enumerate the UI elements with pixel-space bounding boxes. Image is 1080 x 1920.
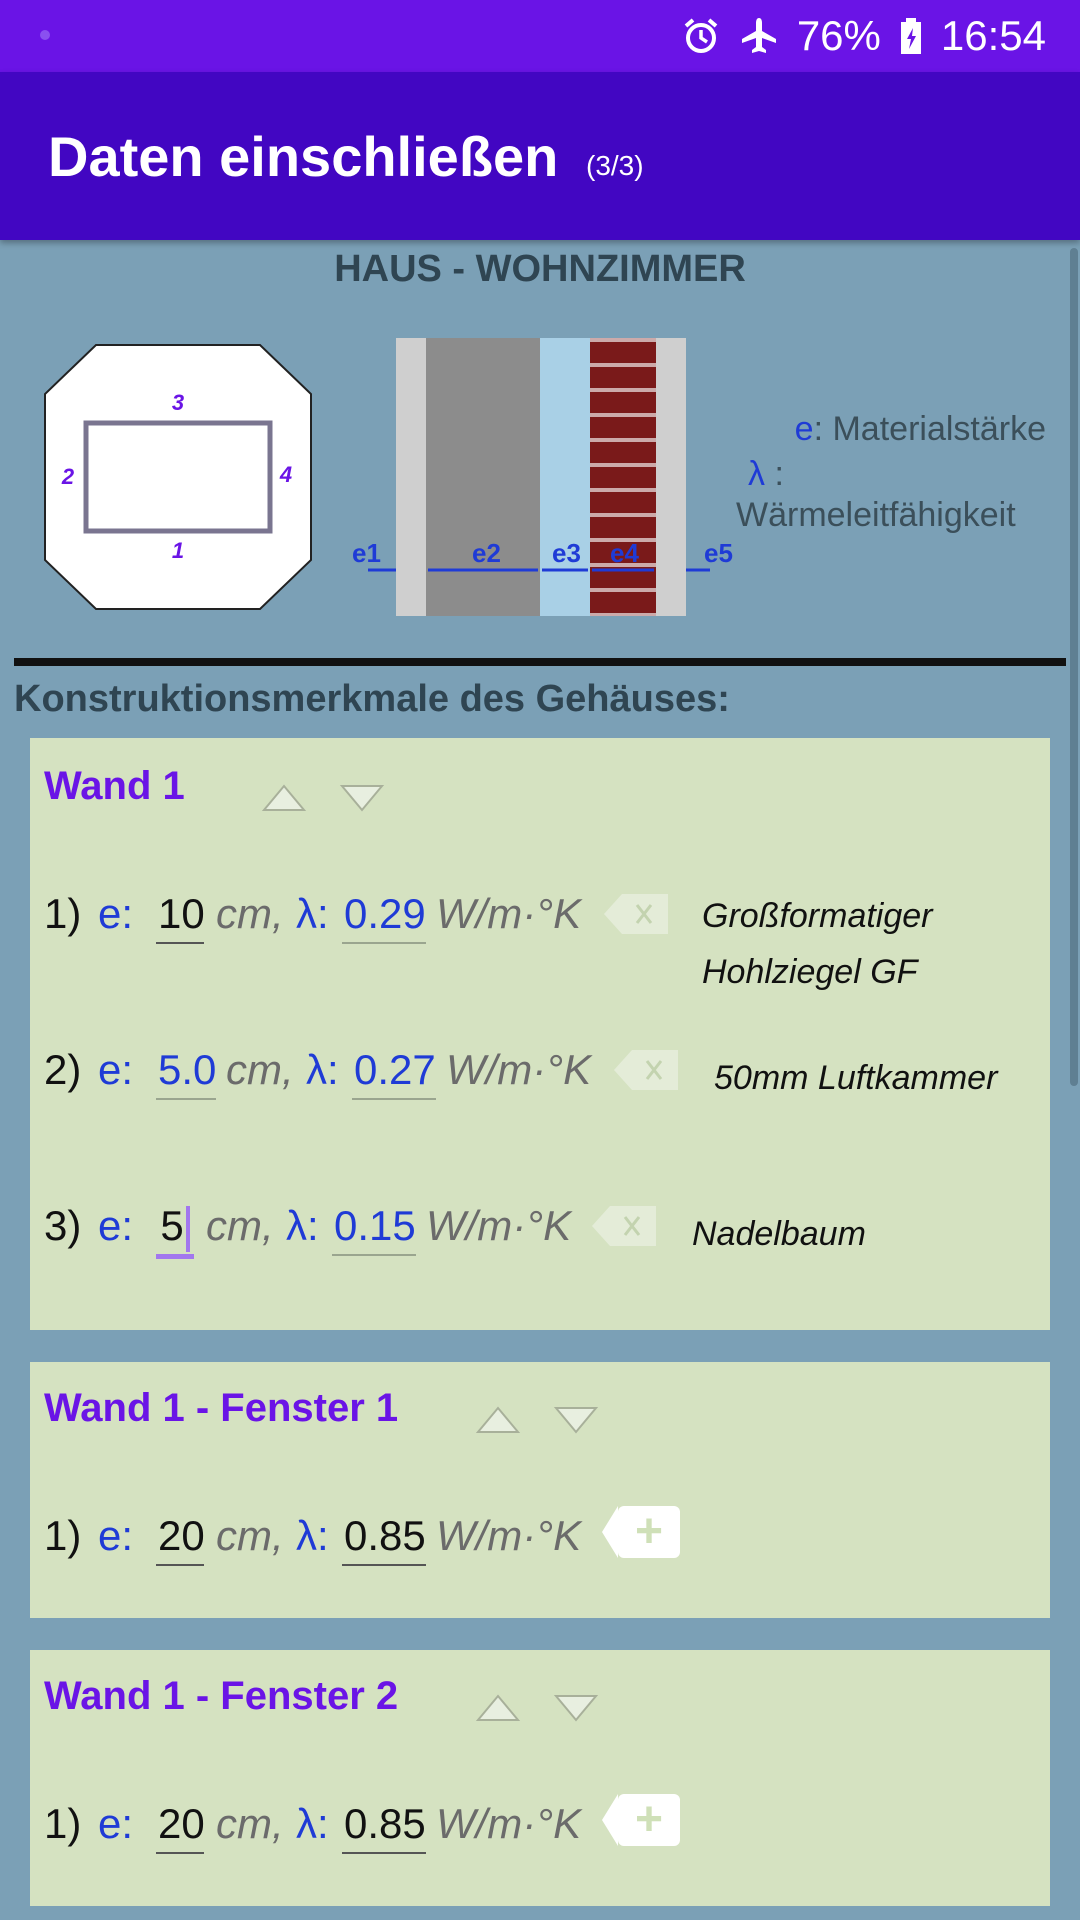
window-panel: Wand 1 - Fenster 1 1) e: 20 cm, λ: 0.85 … <box>30 1362 1050 1618</box>
legend: e: Materialstärke λ : Wärmeleitfähigkeit <box>736 410 1056 535</box>
svg-text:e3: e3 <box>552 538 581 568</box>
delete-layer-button[interactable] <box>614 1048 680 1106</box>
thickness-input[interactable]: 20 <box>156 1508 205 1566</box>
svg-text:e4: e4 <box>610 538 639 568</box>
move-up-arrow-icon[interactable] <box>474 1402 522 1436</box>
notification-dot <box>40 30 50 40</box>
svg-text:e1: e1 <box>352 538 381 568</box>
room-title: HAUS - WOHNZIMMER <box>334 248 746 290</box>
floorplan-diagram: 3 2 4 1 <box>44 344 312 610</box>
svg-text:e2: e2 <box>472 538 501 568</box>
move-down-arrow-icon[interactable] <box>552 1404 600 1438</box>
window-panel: Wand 1 - Fenster 2 1) e: 20 cm, λ: 0.85 … <box>30 1650 1050 1906</box>
thickness-input[interactable]: 20 <box>156 1796 205 1854</box>
app-bar: Daten einschließen (3/3) <box>0 72 1080 240</box>
divider <box>14 658 1066 666</box>
section-title: Konstruktionsmerkmale des Gehäuses: <box>14 678 730 720</box>
layer-row: 1) e: 10 cm, λ: 0.29 W/m·°K Großformatig… <box>44 886 1044 991</box>
conductivity-input[interactable]: 0.29 <box>342 886 426 944</box>
panel-title: Wand 1 - Fenster 1 <box>44 1386 399 1430</box>
thickness-input-focused[interactable]: 5 <box>156 1198 194 1259</box>
legend-thickness: e: Materialstärke <box>794 410 1046 448</box>
delete-layer-button[interactable] <box>604 892 670 950</box>
material-name: Großformatiger <box>702 897 933 935</box>
layer-row: 1) e: 20 cm, λ: 0.85 W/m·°K + <box>44 1506 744 1588</box>
move-down-arrow-icon[interactable] <box>552 1692 600 1726</box>
material-name: 50mm Luftkammer <box>714 1059 998 1097</box>
svg-text:4: 4 <box>279 462 292 487</box>
conductivity-input[interactable]: 0.15 <box>332 1198 416 1256</box>
add-layer-button[interactable]: + <box>618 1794 680 1846</box>
clock: 16:54 <box>940 12 1046 59</box>
battery-icon <box>899 16 923 56</box>
alarm-icon <box>681 16 721 56</box>
material-name-line2: Hohlziegel GF <box>702 953 918 991</box>
svg-text:1: 1 <box>172 538 184 563</box>
status-icons: 76% 16:54 <box>681 14 1046 58</box>
wall-panel: Wand 1 1) e: 10 cm, λ: 0.29 W/m·°K Großf… <box>30 738 1050 1330</box>
status-bar: 76% 16:54 <box>0 0 1080 72</box>
svg-text:2: 2 <box>61 464 75 489</box>
scrollbar[interactable] <box>1070 248 1078 1086</box>
svg-text:3: 3 <box>172 390 184 415</box>
move-up-arrow-icon[interactable] <box>260 780 308 814</box>
conductivity-input[interactable]: 0.85 <box>342 1508 426 1566</box>
thickness-input[interactable]: 10 <box>156 886 205 944</box>
conductivity-input[interactable]: 0.27 <box>352 1042 436 1100</box>
battery-percent: 76% <box>796 12 881 59</box>
panel-title: Wand 1 <box>44 764 185 808</box>
wall-section-diagram: e1 e2 e3 e4 e5 <box>348 338 738 616</box>
airplane-mode-icon <box>739 16 779 56</box>
page-title: Daten einschließen <box>48 125 559 188</box>
layer-row: 2) e: 5.0 cm, λ: 0.27 W/m·°K 50mm Luftka… <box>44 1042 1044 1122</box>
material-name: Nadelbaum <box>692 1215 866 1253</box>
plus-icon: + <box>634 1505 664 1558</box>
svg-text:e5: e5 <box>704 538 733 568</box>
move-up-arrow-icon[interactable] <box>474 1690 522 1724</box>
legend-conductivity: λ : <box>748 455 784 493</box>
thickness-input[interactable]: 5.0 <box>156 1042 216 1100</box>
add-layer-button[interactable]: + <box>618 1506 680 1558</box>
text-cursor <box>185 1205 190 1252</box>
step-indicator: (3/3) <box>586 150 644 181</box>
plus-icon: + <box>634 1793 664 1846</box>
layer-row: 1) e: 20 cm, λ: 0.85 W/m·°K + <box>44 1794 744 1876</box>
layer-row: 3) e: 5 cm, λ: 0.15 W/m·°K Nadelbaum <box>44 1198 1044 1278</box>
legend-conductivity-text: Wärmeleitfähigkeit <box>736 496 1016 534</box>
conductivity-input[interactable]: 0.85 <box>342 1796 426 1854</box>
move-down-arrow-icon[interactable] <box>338 782 386 816</box>
panel-title: Wand 1 - Fenster 2 <box>44 1674 399 1718</box>
delete-layer-button[interactable] <box>592 1204 658 1262</box>
